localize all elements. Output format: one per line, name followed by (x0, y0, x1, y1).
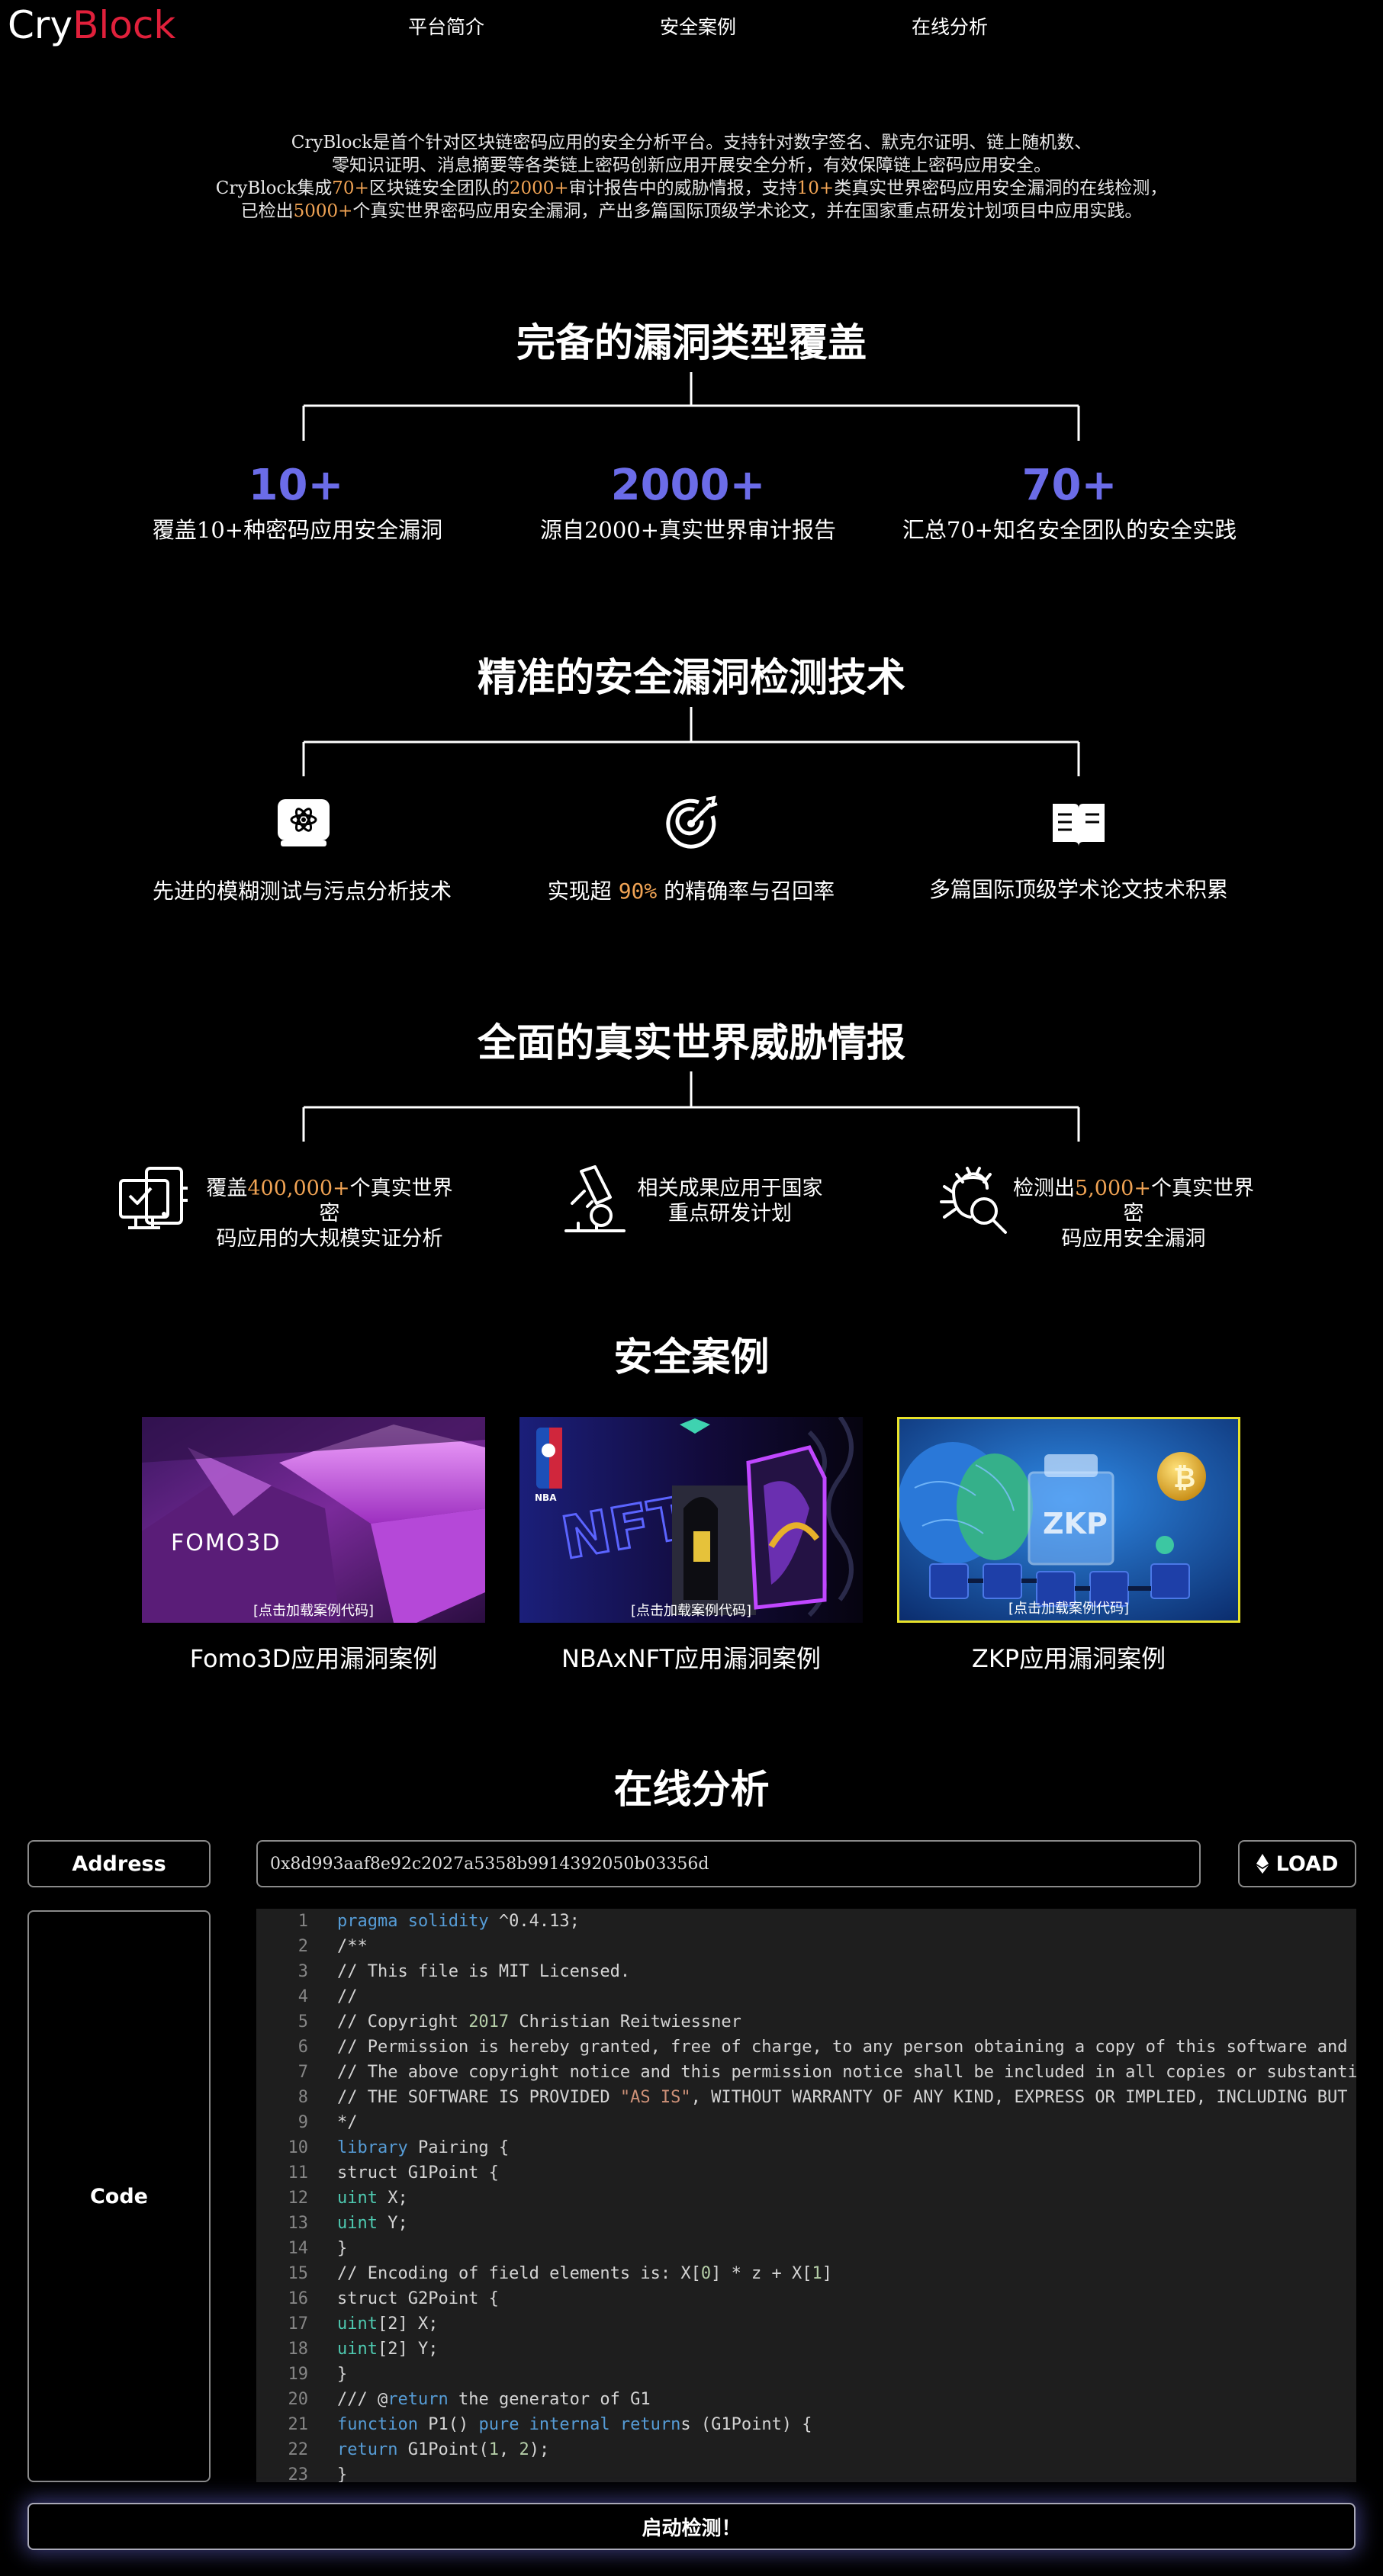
code-line: 16 struct G2Point { (288, 2289, 499, 2308)
load-button[interactable]: LOAD (1238, 1840, 1356, 1887)
detection-title: 精准的安全漏洞检测技术 (477, 655, 905, 701)
code-line: 17 uint[2] X; (288, 2314, 439, 2333)
case-card-zkp[interactable]: ZKP ₿ [点击加载案例代码] (897, 1417, 1240, 1623)
microscope-icon (564, 1165, 626, 1232)
code-line: 1 pragma solidity ^0.4.13; (298, 1912, 580, 1931)
svg-text:₿: ₿ (1173, 1463, 1195, 1494)
nav-item-analysis[interactable]: 在线分析 (912, 12, 988, 40)
code-line: 11 struct G1Point { (288, 2163, 499, 2183)
case-caption-nbaxnft: [点击加载案例代码] (630, 1603, 752, 1619)
address-input[interactable] (256, 1840, 1201, 1887)
threat-title: 全面的真实世界威胁情报 (477, 1020, 905, 1066)
logo-part-block: Block (72, 3, 176, 47)
zkp-image: ZKP ₿ (899, 1419, 1238, 1620)
nav-item-cases[interactable]: 安全案例 (660, 12, 736, 40)
ethereum-icon (1256, 1854, 1269, 1874)
checklist-device-icon (119, 1167, 188, 1229)
svg-text:FOMO3D: FOMO3D (171, 1530, 281, 1556)
case-label-fomo3d[interactable]: Fomo3D应用漏洞案例 (123, 1640, 504, 1675)
stat-desc-reports: 源自2000+真实世界审计报告 (539, 517, 837, 543)
stat-desc-teams: 汇总70+知名安全团队的安全实践 (902, 517, 1237, 543)
svg-text:NBA: NBA (535, 1492, 557, 1503)
case-label-zkp[interactable]: ZKP应用漏洞案例 (878, 1640, 1259, 1675)
code-line: 13 uint Y; (288, 2214, 408, 2233)
code-line: 18 uint[2] Y; (288, 2340, 439, 2359)
stat-number-vuln-types: 10+ (248, 461, 344, 510)
stat-number-reports: 2000+ (610, 461, 766, 510)
code-editor[interactable]: 1 pragma solidity ^0.4.13; 2/** 3// This … (256, 1909, 1356, 2482)
intro-line-2: 零知识证明、消息摘要等各类链上密码创新应用开展安全分析，有效保障链上密码应用安全… (332, 156, 1051, 175)
feature-precision: 实现超 90% 的精确率与召回率 (547, 878, 835, 904)
case-card-fomo3d[interactable]: FOMO3D [点击加载案例代码] (142, 1417, 485, 1623)
logo-part-cry: Cry (8, 3, 73, 47)
code-line: 7// The above copyright notice and this … (298, 2063, 1356, 2082)
fomo3d-image: FOMO3D (142, 1417, 485, 1623)
case-label-nbaxnft[interactable]: NBAxNFT应用漏洞案例 (500, 1640, 882, 1675)
code-line: 19} (288, 2365, 348, 2384)
stat-desc-vuln-types: 覆盖10+种密码应用安全漏洞 (152, 517, 443, 543)
threat-national-program: 相关成果应用于国家 重点研发计划 (637, 1177, 823, 1225)
case-card-nbaxnft[interactable]: NBA NFT [点击加载案例代码] (519, 1417, 863, 1623)
stat-number-teams: 70+ (1021, 461, 1118, 510)
logo[interactable]: CryBlock (8, 0, 175, 50)
code-line: 6// Permission is hereby granted, free o… (298, 2038, 1356, 2057)
code-line: 3// This file is MIT Licensed. (298, 1962, 631, 1981)
code-line: 23} (288, 2465, 348, 2482)
load-button-label: LOAD (1275, 1852, 1339, 1876)
code-line: 22 return G1Point(1, 2); (288, 2440, 550, 2459)
feature-fuzzing: 先进的模糊测试与污点分析技术 (152, 878, 452, 904)
code-line: 10 library Pairing { (288, 2138, 510, 2157)
code-line: 4// (298, 1987, 358, 2006)
intro-text: CryBlock是首个针对区块链密码应用的安全分析平台。支持针对数字签名、默克尔… (0, 131, 1383, 223)
analysis-title: 在线分析 (613, 1767, 770, 1813)
code-line: 15// Encoding of field elements is: X[0]… (288, 2264, 833, 2283)
open-book-icon (1053, 804, 1105, 846)
code-line: 8// THE SOFTWARE IS PROVIDED "AS IS", WI… (298, 2088, 1356, 2107)
atom-chip-icon (278, 799, 330, 846)
coverage-title: 完备的漏洞类型覆盖 (516, 320, 867, 366)
threat-scale: 覆盖400,000+个真实世界密 码应用的大规模实证分析 (206, 1177, 453, 1251)
bug-search-icon (940, 1167, 1007, 1234)
nav-item-intro[interactable]: 平台简介 (408, 12, 484, 40)
code-line: 12 uint X; (288, 2189, 408, 2208)
intro-line-1: CryBlock是首个针对区块链密码应用的安全分析平台。支持针对数字签名、默克尔… (291, 133, 1092, 153)
code-line: 14} (288, 2239, 348, 2258)
case-caption-zkp: [点击加载案例代码] (1008, 1601, 1130, 1617)
threat-vulns-found: 检测出5,000+个真实世界密 码应用安全漏洞 (1013, 1177, 1254, 1251)
cases-title: 安全案例 (613, 1335, 770, 1380)
code-line: 9 */ (298, 2113, 358, 2132)
svg-text:ZKP: ZKP (1043, 1507, 1108, 1540)
code-line: 2/** (298, 1937, 368, 1956)
code-line: 21 function P1() pure internal returns (G… (288, 2415, 812, 2434)
code-line: 20/// @return the generator of G1 (288, 2390, 651, 2409)
intro-line-3: CryBlock集成70+区块链安全团队的2000+审计报告中的威胁情报，支持1… (215, 178, 1168, 198)
intro-line-4: 已检出5000+个真实世界密码应用安全漏洞，产出多篇国际顶级学术论文，并在国家重… (240, 201, 1143, 221)
code-label: Code (27, 1910, 211, 2482)
feature-papers: 多篇国际顶级学术论文技术积累 (928, 877, 1228, 902)
address-label: Address (27, 1840, 211, 1887)
start-detection-button[interactable]: 启动检测！ (27, 2503, 1356, 2550)
code-line: 5// Copyright 2017 Christian Reitwiessne… (298, 2012, 741, 2032)
target-icon (666, 795, 718, 849)
case-caption-fomo3d: [点击加载案例代码] (252, 1603, 375, 1619)
nbaxnft-image: NBA NFT (519, 1417, 863, 1623)
